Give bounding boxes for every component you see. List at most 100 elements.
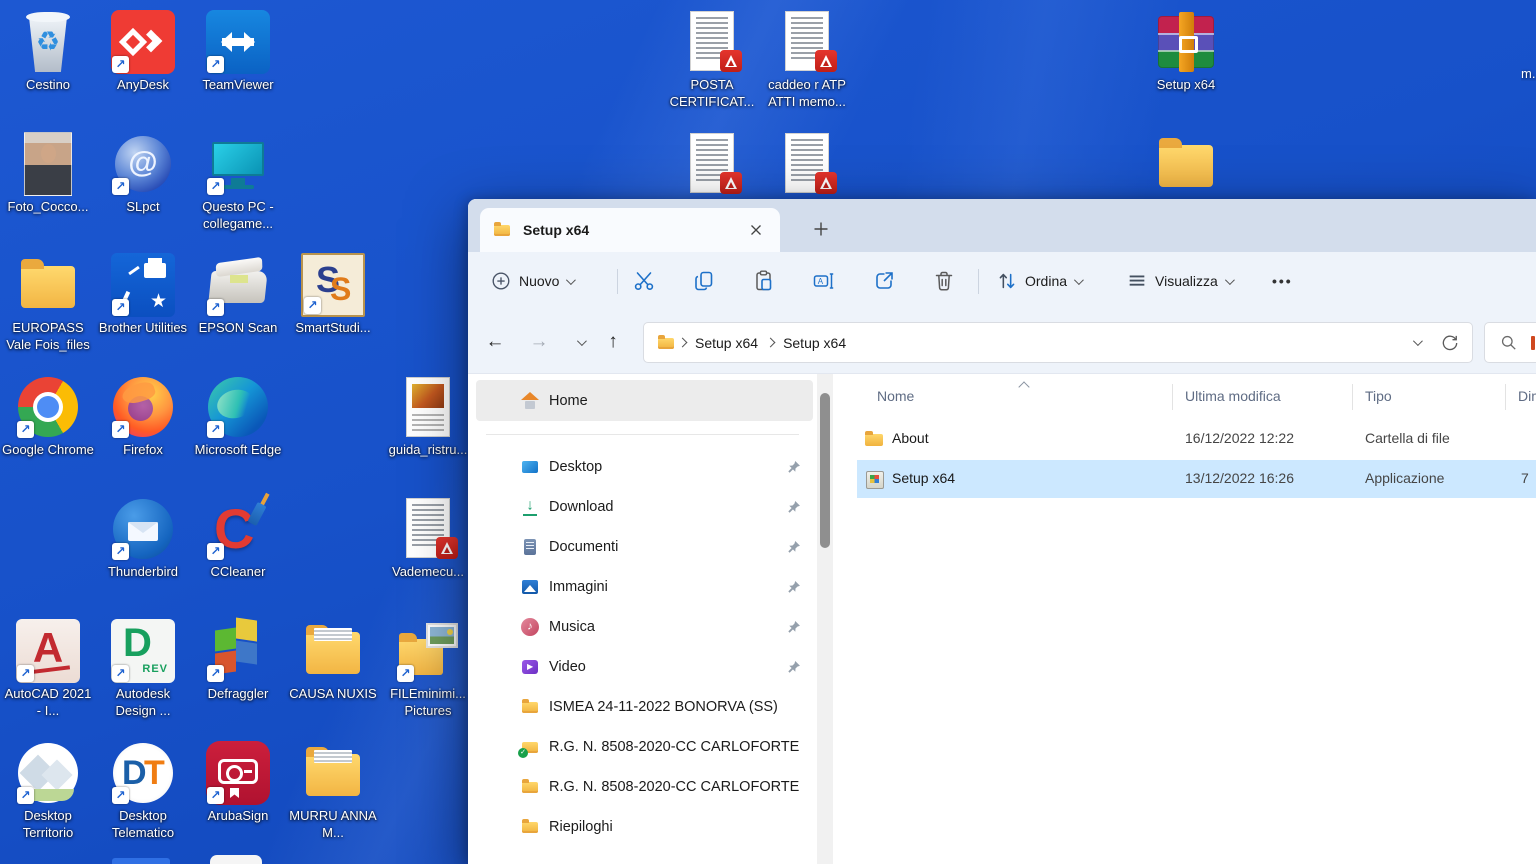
- see-more-button[interactable]: •••: [1266, 265, 1299, 297]
- shortcut-arrow-icon: ↗: [207, 421, 224, 438]
- desktop-icon-image: ↗: [111, 741, 175, 805]
- desktop-icon[interactable]: ↗ CCleaner: [192, 497, 284, 581]
- sidebar-item-icon: [520, 617, 540, 637]
- shortcut-arrow-icon: ↗: [112, 665, 129, 682]
- sidebar-item[interactable]: R.G. N. 8508-2020-CC CARLOFORTE: [476, 767, 813, 807]
- desktop-icon[interactable]: [1140, 132, 1232, 199]
- desktop-icon[interactable]: ↗ TeamViewer: [192, 10, 284, 94]
- desktop-icon[interactable]: ↗ Brother Utilities: [97, 253, 189, 337]
- sidebar-item[interactable]: Documenti: [476, 527, 813, 567]
- share-icon: [872, 269, 896, 293]
- scrollbar-thumb[interactable]: [820, 393, 830, 548]
- tab-title: Setup x64: [523, 222, 589, 238]
- sidebar-item[interactable]: ISMEA 24-11-2022 BONORVA (SS): [476, 687, 813, 727]
- cut-button[interactable]: [626, 265, 662, 297]
- tab-setup-x64[interactable]: Setup x64: [480, 208, 780, 252]
- chevron-down-icon: [1074, 275, 1084, 285]
- desktop-icon[interactable]: Setup x64: [1140, 10, 1232, 94]
- desktop-icon[interactable]: ↗ Questo PC - collegame...: [192, 132, 284, 232]
- file-row[interactable]: About 16/12/2022 12:22 Cartella di file: [857, 420, 1536, 458]
- sidebar-item-label: Video: [549, 659, 586, 675]
- tab-close-icon[interactable]: [744, 218, 768, 242]
- view-button[interactable]: Visualizza: [1120, 265, 1238, 297]
- sidebar-item[interactable]: Musica: [476, 607, 813, 647]
- paste-button[interactable]: [746, 265, 782, 297]
- column-divider[interactable]: [1505, 384, 1506, 410]
- desktop-icon[interactable]: POSTA CERTIFICAT...: [666, 10, 758, 110]
- desktop-icon-label: Questo PC - collegame...: [192, 199, 284, 232]
- desktop-icon[interactable]: ↗ Desktop Territorio: [2, 741, 94, 841]
- desktop-icon[interactable]: caddeo r ATP ATTI memo...: [761, 10, 853, 110]
- column-header-name[interactable]: Nome: [877, 388, 914, 404]
- file-row[interactable]: Setup x64 13/12/2022 16:26 Applicazione …: [857, 460, 1536, 498]
- view-lines-icon: [1126, 270, 1148, 292]
- desktop-icon[interactable]: Foto_Cocco...: [2, 132, 94, 216]
- up-button[interactable]: ↑: [597, 326, 629, 358]
- column-header-modified[interactable]: Ultima modifica: [1185, 388, 1281, 404]
- desktop-icon-image: ↗: [206, 741, 270, 805]
- desktop-icon-label: Firefox: [97, 442, 189, 459]
- desktop-icon[interactable]: [761, 132, 853, 199]
- delete-button[interactable]: [926, 265, 962, 297]
- search-box[interactable]: [1484, 322, 1536, 363]
- desktop-icon[interactable]: ↗ Autodesk Design ...: [97, 619, 189, 719]
- sidebar-item[interactable]: Desktop: [476, 447, 813, 487]
- recent-locations-button[interactable]: [564, 326, 596, 358]
- desktop-icon-label: AnyDesk: [97, 77, 189, 94]
- desktop-icon[interactable]: EUROPASS Vale Fois_files: [2, 253, 94, 353]
- address-dropdown-icon[interactable]: [1413, 336, 1423, 346]
- sidebar-item-label: Immagini: [549, 579, 608, 595]
- shortcut-arrow-icon: ↗: [397, 665, 414, 682]
- breadcrumb[interactable]: Setup x64 Setup x64: [643, 322, 1473, 363]
- column-divider[interactable]: [1352, 384, 1353, 410]
- shortcut-arrow-icon: ↗: [304, 297, 321, 314]
- sidebar-item[interactable]: Download: [476, 487, 813, 527]
- desktop-icon[interactable]: ↗ SmartStudi...: [287, 253, 379, 337]
- breadcrumb-segment[interactable]: Setup x64: [689, 335, 764, 351]
- desktop-icon[interactable]: ↗ SLpct: [97, 132, 189, 216]
- refresh-icon[interactable]: [1440, 333, 1460, 353]
- desktop-icon[interactable]: ↗ Microsoft Edge: [192, 375, 284, 459]
- desktop-icon[interactable]: ↗ Defraggler: [192, 619, 284, 703]
- breadcrumb-segment[interactable]: Setup x64: [777, 335, 852, 351]
- new-button[interactable]: Nuovo: [484, 265, 579, 297]
- shortcut-arrow-icon: ↗: [17, 787, 34, 804]
- share-button[interactable]: [866, 265, 902, 297]
- desktop-icon[interactable]: ↗ FILEminimi... Pictures: [382, 619, 474, 719]
- desktop-icon[interactable]: ↗ Firefox: [97, 375, 189, 459]
- desktop-icon[interactable]: ↗ Desktop Telematico: [97, 741, 189, 841]
- desktop-icon[interactable]: ↗ Thunderbird: [97, 497, 189, 581]
- desktop-icon[interactable]: Cestino: [2, 10, 94, 94]
- desktop-icon[interactable]: guida_ristru...: [382, 375, 474, 459]
- column-header-size[interactable]: Dim: [1518, 388, 1536, 404]
- column-divider[interactable]: [1172, 384, 1173, 410]
- shortcut-arrow-icon: ↗: [17, 421, 34, 438]
- desktop-icon[interactable]: ↗ AnyDesk: [97, 10, 189, 94]
- desktop-icon[interactable]: [666, 132, 758, 199]
- desktop-icon-image: [16, 253, 80, 317]
- sidebar-item[interactable]: Riepiloghi: [476, 807, 813, 847]
- desktop-icon[interactable]: ↗ Google Chrome: [2, 375, 94, 459]
- column-header-type[interactable]: Tipo: [1365, 388, 1392, 404]
- desktop-icon-image: [16, 132, 80, 196]
- copy-button[interactable]: [686, 265, 722, 297]
- desktop-icon[interactable]: ↗ AutoCAD 2021 - I...: [2, 619, 94, 719]
- forward-button[interactable]: →: [523, 326, 555, 358]
- desktop-icon[interactable]: ↗ EPSON Scan: [192, 253, 284, 337]
- desktop-icon[interactable]: CAUSA NUXIS: [287, 619, 379, 703]
- new-tab-button[interactable]: [806, 214, 836, 244]
- sidebar-item[interactable]: Immagini: [476, 567, 813, 607]
- desktop-icon[interactable]: Vademecu...: [382, 497, 474, 581]
- back-button[interactable]: ←: [479, 326, 511, 358]
- pin-icon: [787, 540, 801, 554]
- desktop-icon-image: ↗: [111, 10, 175, 74]
- desktop-icon[interactable]: ↗ ArubaSign: [192, 741, 284, 825]
- sidebar-item-home[interactable]: Home: [476, 380, 813, 421]
- desktop-icon-image: ↗: [301, 253, 365, 317]
- rename-button[interactable]: A: [806, 265, 842, 297]
- sidebar-item[interactable]: Video: [476, 647, 813, 687]
- sort-button[interactable]: Ordina: [990, 265, 1087, 297]
- desktop-icon[interactable]: MURRU ANNA M...: [287, 741, 379, 841]
- sidebar-scrollbar[interactable]: [817, 374, 833, 864]
- sidebar-item[interactable]: R.G. N. 8508-2020-CC CARLOFORTE: [476, 727, 813, 767]
